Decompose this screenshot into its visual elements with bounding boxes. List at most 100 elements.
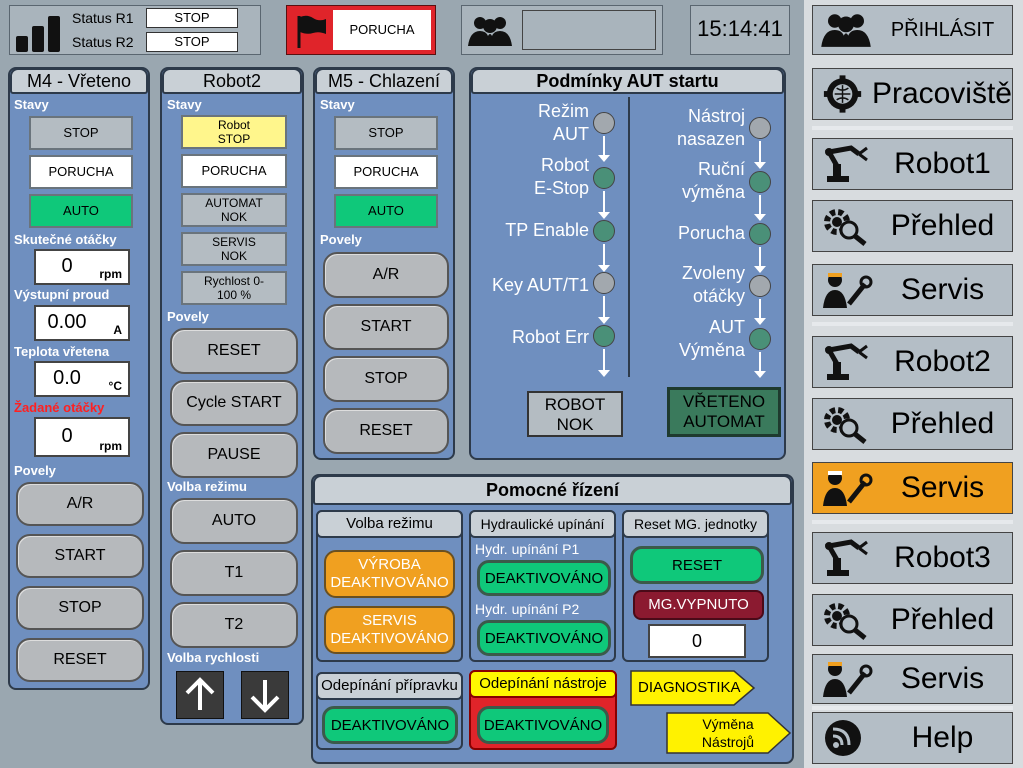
arrow-down-icon xyxy=(598,136,610,162)
panel-m4-spindle: M4 - Vřeteno Stavy STOP PORUCHA AUTO Sku… xyxy=(8,67,150,690)
arrow-down-icon xyxy=(754,352,766,378)
states-label: Stavy xyxy=(320,97,355,112)
states-label: Stavy xyxy=(14,97,49,112)
status-r2-value: STOP xyxy=(146,32,238,52)
hyd-p1-label: Hydr. upínání P1 xyxy=(475,541,580,557)
hyd-p2-button[interactable]: DEAKTIVOVÁNO xyxy=(477,620,611,656)
state-speed: Rychlost 0-100 % xyxy=(181,271,287,305)
state-fault: PORUCHA xyxy=(29,155,133,189)
cond-robot-err: Robot Err xyxy=(511,327,589,347)
reset-button[interactable]: RESET xyxy=(170,328,298,374)
diagnostics-button[interactable]: DIAGNOSTIKA xyxy=(630,670,756,706)
nav-robot1[interactable]: Robot1 xyxy=(812,138,1013,190)
status-r2-label: Status R2 xyxy=(72,34,134,50)
nav-overview1[interactable]: Přehled xyxy=(812,200,1013,252)
arrow-down-icon xyxy=(754,195,766,221)
arrow-down-icon xyxy=(754,299,766,325)
led-aut-change xyxy=(749,328,771,350)
nav-overview1-label: Přehled xyxy=(890,209,995,242)
user-box[interactable] xyxy=(461,5,663,55)
pause-button[interactable]: PAUSE xyxy=(170,432,298,478)
start-button[interactable]: START xyxy=(16,534,144,578)
panel-robot2: Robot2 Stavy Robot STOP PORUCHA AUTOMAT … xyxy=(160,67,304,725)
start-button[interactable]: START xyxy=(323,304,449,350)
nav-help[interactable]: Help xyxy=(812,712,1013,764)
nav-service3[interactable]: Servis xyxy=(812,654,1013,704)
state-fault: PORUCHA xyxy=(334,155,438,189)
service-button[interactable]: SERVIS DEAKTIVOVÁNO xyxy=(324,606,455,654)
nav-overview3[interactable]: Přehled xyxy=(812,594,1013,646)
gear-magnifier-icon xyxy=(824,407,867,444)
tool-release-button[interactable]: DEAKTIVOVÁNO xyxy=(477,706,609,744)
group-mode-select: Volba režimu VÝROBA DEAKTIVOVÁNO SERVIS … xyxy=(316,510,463,662)
arrow-down-icon xyxy=(598,191,610,219)
cond-key-aut-t1: Key AUT/T1 xyxy=(491,275,589,295)
requested-speed-value: 0 xyxy=(61,425,73,447)
reset-button[interactable]: RESET xyxy=(323,408,449,454)
nav-overview3-label: Přehled xyxy=(890,603,995,636)
led-robot-err xyxy=(593,325,615,347)
mode-t1-button[interactable]: T1 xyxy=(170,550,298,596)
ar-button[interactable]: A/R xyxy=(323,252,449,298)
flag-icon xyxy=(297,15,326,48)
mechanic-wrench-icon xyxy=(823,662,873,697)
tool-change-label: Výměna Nástrojů xyxy=(701,716,755,750)
speed-down-button[interactable] xyxy=(241,671,289,719)
nav-robot2[interactable]: Robot2 xyxy=(812,336,1013,388)
hyd-p1-button[interactable]: DEAKTIVOVÁNO xyxy=(477,560,611,596)
led-fault xyxy=(749,223,771,245)
cond-rezim-aut: Režim AUT xyxy=(537,101,589,144)
nav-service3-label: Servis xyxy=(900,662,985,695)
signal-bars-icon xyxy=(16,16,60,52)
mode-auto-button[interactable]: AUTO xyxy=(170,498,298,544)
nav-workplace-label: Pracoviště xyxy=(871,77,1012,110)
state-auto: AUTO xyxy=(334,194,438,228)
group-title: Hydraulické upínání xyxy=(469,510,616,538)
nav-robot3[interactable]: Robot3 xyxy=(812,532,1013,584)
led-robot-estop xyxy=(593,167,615,189)
nav-workplace[interactable]: Pracoviště xyxy=(812,68,1013,120)
nav-overview2[interactable]: Přehled xyxy=(812,398,1013,450)
cycle-start-button[interactable]: Cycle START xyxy=(170,380,298,426)
spindle-automat-indicator: VŘETENO AUTOMAT xyxy=(667,387,781,437)
requested-speed-input[interactable]: 0 rpm xyxy=(34,417,130,457)
group-mg-reset: Reset MG. jednotky RESET MG.VYPNUTO 0 xyxy=(622,510,769,662)
temperature-value: 0.0 xyxy=(53,367,81,389)
arrow-down-icon xyxy=(250,680,280,713)
arrow-down-icon xyxy=(598,296,610,324)
nav-overview2-label: Přehled xyxy=(890,407,995,440)
cond-robot-estop: Robot E-Stop xyxy=(533,155,589,198)
requested-speed-label: Žadané otáčky xyxy=(14,400,105,415)
state-stop: STOP xyxy=(334,116,438,150)
led-tp-enable xyxy=(593,220,615,242)
group-hydraulic: Hydraulické upínání Hydr. upínání P1 DEA… xyxy=(469,510,616,662)
temperature-display: 0.0 °C xyxy=(34,361,130,397)
group-title: Volba režimu xyxy=(316,510,463,538)
nav-separator xyxy=(812,322,1013,326)
stop-button[interactable]: STOP xyxy=(323,356,449,402)
arrow-down-icon xyxy=(598,244,610,272)
nav-service1[interactable]: Servis xyxy=(812,264,1013,316)
mode-t2-button[interactable]: T2 xyxy=(170,602,298,648)
led-rezim-aut xyxy=(593,112,615,134)
robot-arm-icon xyxy=(825,343,868,380)
group-title: Odepínání nástroje xyxy=(469,670,617,698)
speed-up-button[interactable] xyxy=(176,671,224,719)
login-button[interactable]: PŘIHLÁSIT xyxy=(812,5,1013,55)
fixture-release-button[interactable]: DEAKTIVOVÁNO xyxy=(322,706,458,744)
mechanic-wrench-icon xyxy=(823,471,873,506)
panel-title: M4 - Vřeteno xyxy=(10,68,148,94)
mg-reset-button[interactable]: RESET xyxy=(630,546,764,584)
stop-button[interactable]: STOP xyxy=(16,586,144,630)
states-label: Stavy xyxy=(167,97,202,112)
mg-off-indicator: MG.VYPNUTO xyxy=(633,590,764,620)
cond-selected-speed: Zvoleny otáčky xyxy=(681,263,745,306)
nav-service2[interactable]: Servis xyxy=(812,462,1013,514)
globe-gear-icon xyxy=(823,75,862,113)
cond-tool-mounted: Nástroj nasazen xyxy=(676,106,745,149)
production-button[interactable]: VÝROBA DEAKTIVOVÁNO xyxy=(324,550,455,598)
reset-button[interactable]: RESET xyxy=(16,638,144,682)
ar-button[interactable]: A/R xyxy=(16,482,144,526)
tool-change-button[interactable]: Výměna Nástrojů xyxy=(666,712,792,754)
fault-indicator[interactable]: PORUCHA xyxy=(286,5,436,55)
